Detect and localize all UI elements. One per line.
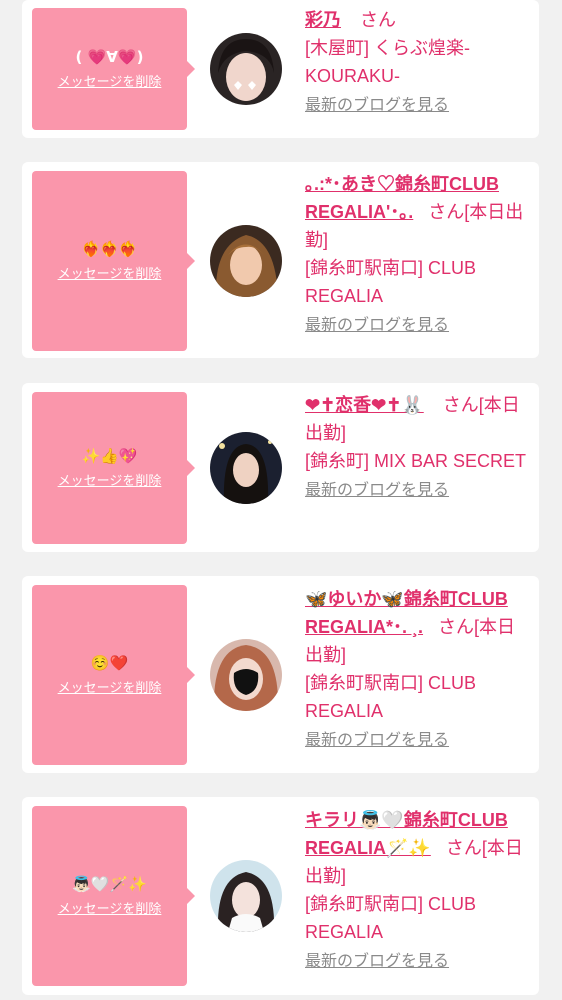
avatar[interactable] <box>210 33 282 105</box>
avatar[interactable] <box>210 639 282 711</box>
cast-suffix: さん <box>360 10 397 30</box>
cast-info: ｡.:*･あき♡錦糸町CLUB REGALIA'･｡. さん[本日出勤] [錦糸… <box>305 170 533 338</box>
avatar[interactable] <box>210 432 282 504</box>
latest-blog-link[interactable]: 最新のブログを見る <box>305 481 449 501</box>
message-card: ☺️❤️ メッセージを削除 🦋ゆいか🦋錦糸町CLUB REGALIA*･. ¸.… <box>22 576 539 773</box>
message-bubble: ❤️‍🔥❤️‍🔥❤️‍🔥 メッセージを削除 <box>32 171 195 351</box>
message-card: ✨👍💖 メッセージを削除 ❤✝恋香❤✝🐰 さん[本日出勤] [錦糸町] MIX … <box>22 383 539 552</box>
message-bubble: ☺️❤️ メッセージを削除 <box>32 585 195 765</box>
message-card: 👼🏻🤍🪄✨ メッセージを削除 キラリ👼🏻🤍錦糸町CLUB REGALIA🪄✨ さ… <box>22 797 539 995</box>
cast-info: 🦋ゆいか🦋錦糸町CLUB REGALIA*･. ¸. さん[本日出勤] [錦糸町… <box>305 585 533 753</box>
delete-message-link[interactable]: メッセージを削除 <box>58 265 162 283</box>
cast-info: 彩乃 さん [木屋町] くらぶ煌楽-KOURAKU- 最新のブログを見る <box>305 6 533 118</box>
cast-info: ❤✝恋香❤✝🐰 さん[本日出勤] [錦糸町] MIX BAR SECRET 最新… <box>305 391 533 503</box>
latest-blog-link[interactable]: 最新のブログを見る <box>305 316 449 336</box>
shop-name: [錦糸町駅南口] CLUB REGALIA <box>305 894 477 942</box>
cast-name-link[interactable]: 彩乃 <box>305 10 341 30</box>
latest-blog-link[interactable]: 最新のブログを見る <box>305 96 449 116</box>
shop-name: [木屋町] くらぶ煌楽-KOURAKU- <box>305 38 470 86</box>
delete-message-link[interactable]: メッセージを削除 <box>58 900 162 918</box>
cast-name-link[interactable]: ❤✝恋香❤✝🐰 <box>305 395 424 415</box>
shop-name: [錦糸町] MIX BAR SECRET <box>305 451 527 471</box>
message-text: ☺️❤️ <box>90 654 129 672</box>
message-text: 👼🏻🤍🪄✨ <box>72 875 147 893</box>
message-card: ❤️‍🔥❤️‍🔥❤️‍🔥 メッセージを削除 ｡.:*･あき♡錦糸町CLUB RE… <box>22 162 539 358</box>
delete-message-link[interactable]: メッセージを削除 <box>58 679 162 697</box>
message-bubble: ✨👍💖 メッセージを削除 <box>32 392 195 544</box>
message-text: ✨👍💖 <box>81 447 138 465</box>
message-card: ( 💗∀💗) メッセージを削除 彩乃 さん [木屋町] くらぶ煌楽-KOURAK… <box>22 0 539 138</box>
message-text: ( 💗∀💗) <box>75 48 144 66</box>
delete-message-link[interactable]: メッセージを削除 <box>58 472 162 490</box>
cast-info: キラリ👼🏻🤍錦糸町CLUB REGALIA🪄✨ さん[本日出勤] [錦糸町駅南口… <box>305 806 533 974</box>
message-text: ❤️‍🔥❤️‍🔥❤️‍🔥 <box>81 240 138 258</box>
shop-name: [錦糸町駅南口] CLUB REGALIA <box>305 258 477 306</box>
latest-blog-link[interactable]: 最新のブログを見る <box>305 731 449 751</box>
avatar[interactable] <box>210 860 282 932</box>
avatar[interactable] <box>210 225 282 297</box>
latest-blog-link[interactable]: 最新のブログを見る <box>305 952 449 972</box>
delete-message-link[interactable]: メッセージを削除 <box>58 73 162 91</box>
message-bubble: 👼🏻🤍🪄✨ メッセージを削除 <box>32 806 195 986</box>
message-bubble: ( 💗∀💗) メッセージを削除 <box>32 8 195 130</box>
shop-name: [錦糸町駅南口] CLUB REGALIA <box>305 673 477 721</box>
